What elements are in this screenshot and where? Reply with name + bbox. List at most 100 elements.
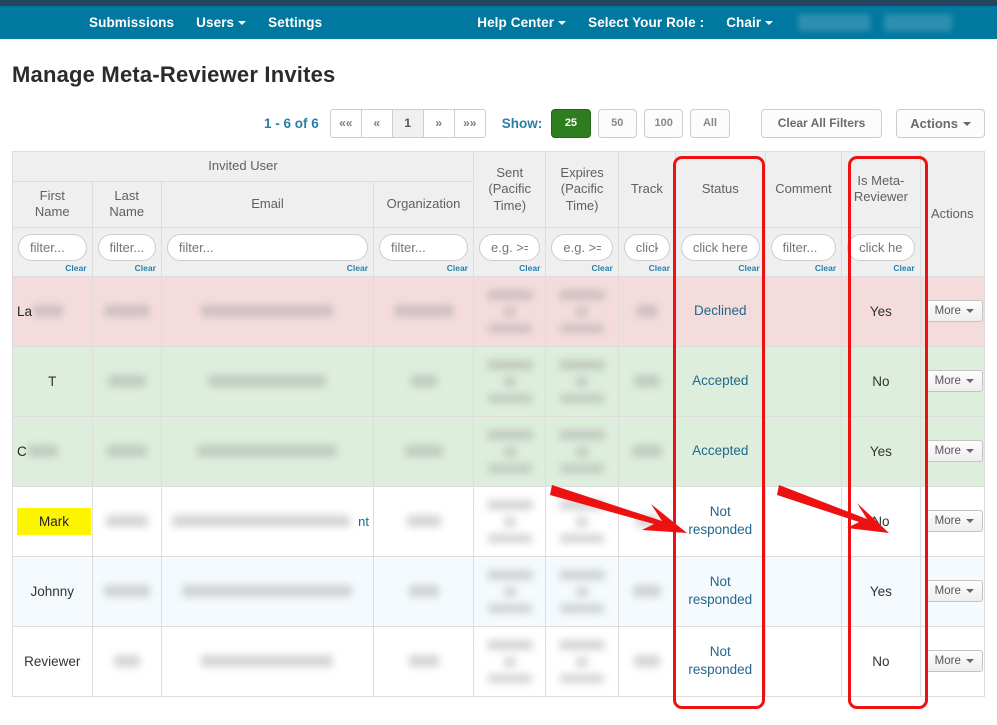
- col-header-actions: Actions: [919, 151, 986, 277]
- pager-page-1-button[interactable]: 1: [391, 108, 424, 138]
- nav-left-group: Submissions Users Settings: [78, 9, 333, 36]
- filter-clear-sent[interactable]: Clear: [479, 263, 540, 273]
- nav-item-help-center[interactable]: Help Center: [466, 9, 577, 36]
- first-name-text: Johnny: [30, 583, 75, 599]
- cell-is-meta-reviewer: Yes: [841, 555, 921, 627]
- filter-row: Clear Clear Clear Clear Clear: [12, 226, 985, 277]
- page-size-50-button[interactable]: 50: [597, 108, 637, 138]
- filter-input-first-name[interactable]: [18, 233, 87, 261]
- nav-redacted-item-2[interactable]: [884, 14, 953, 31]
- page-size-all-button[interactable]: All: [690, 108, 730, 138]
- filter-clear-track[interactable]: Clear: [624, 263, 670, 273]
- expires-date-redaction: [550, 359, 613, 403]
- invites-table-container: Invited User Sent (Pacific Time) Expires…: [12, 151, 986, 709]
- filter-input-email[interactable]: [166, 233, 369, 261]
- cell-sent-date: [472, 485, 547, 557]
- cell-sent-date: [472, 625, 547, 697]
- row-more-button[interactable]: More: [924, 370, 983, 393]
- nav-label-select-your-role-text: Select Your Role :: [588, 15, 705, 30]
- filter-input-sent[interactable]: [478, 233, 541, 261]
- last-name-redaction: [105, 515, 148, 528]
- email-visible-tail: nt: [358, 513, 370, 529]
- first-name-text: T: [48, 373, 57, 389]
- col-header-expires-l2: (Pacific: [560, 181, 604, 197]
- cell-sent-date: [472, 415, 547, 487]
- track-redaction: [632, 585, 661, 598]
- col-header-expires-l1: Expires: [560, 164, 604, 180]
- cell-comment: [764, 345, 843, 417]
- filter-input-track[interactable]: [623, 233, 670, 261]
- nav-item-chair-label: Chair: [726, 15, 762, 30]
- filter-clear-organization[interactable]: Clear: [379, 263, 468, 273]
- filter-input-is-meta-reviewer[interactable]: [847, 233, 915, 261]
- status-value: Declined: [694, 303, 747, 319]
- table-row: Mark nt Not responded No More: [12, 485, 986, 557]
- col-header-last-name: Last Name: [91, 180, 162, 228]
- filter-clear-status[interactable]: Clear: [681, 263, 759, 273]
- filter-cell-expires: Clear: [545, 226, 619, 277]
- cell-first-name: La: [12, 275, 93, 347]
- nav-item-submissions[interactable]: Submissions: [78, 9, 185, 36]
- table-row: Johnny Not responded Yes More: [12, 555, 986, 627]
- page-size-25-button[interactable]: 25: [551, 108, 591, 138]
- filter-input-last-name[interactable]: [97, 233, 156, 261]
- first-name-text: C: [17, 443, 27, 459]
- organization-redaction: [408, 655, 439, 668]
- expires-date-redaction: [550, 429, 613, 473]
- cell-expires-date: [545, 345, 619, 417]
- filter-clear-comment[interactable]: Clear: [771, 263, 836, 273]
- cell-organization: [373, 625, 474, 697]
- filter-input-expires[interactable]: [551, 233, 613, 261]
- page-size-100-button[interactable]: 100: [643, 108, 684, 138]
- show-label: Show:: [501, 115, 543, 131]
- filter-cell-last-name: Clear: [91, 226, 162, 277]
- nav-item-users[interactable]: Users: [185, 9, 257, 36]
- cell-last-name: [91, 555, 162, 627]
- filter-input-comment[interactable]: [770, 233, 837, 261]
- sent-date-redaction: [478, 499, 541, 543]
- row-more-button[interactable]: More: [924, 440, 983, 463]
- email-redaction: [201, 305, 334, 318]
- nav-item-settings[interactable]: Settings: [257, 9, 333, 36]
- filter-cell-email: Clear: [160, 226, 375, 277]
- chevron-down-icon: [765, 21, 774, 26]
- pager-next-button[interactable]: »: [422, 108, 455, 138]
- pager-prev-button[interactable]: «: [360, 108, 393, 138]
- filter-input-status[interactable]: [680, 233, 760, 261]
- row-more-button[interactable]: More: [924, 650, 983, 673]
- last-name-redaction: [106, 445, 147, 458]
- main-navbar: Submissions Users Settings Help Center S…: [0, 6, 997, 39]
- col-header-expires-l3: Time): [565, 197, 599, 213]
- cell-email: [160, 345, 375, 417]
- sent-date-redaction: [478, 289, 541, 333]
- filter-clear-expires[interactable]: Clear: [551, 263, 613, 273]
- clear-all-filters-button[interactable]: Clear All Filters: [760, 108, 883, 138]
- page-title: Manage Meta-Reviewer Invites: [12, 62, 336, 87]
- cell-expires-date: [545, 555, 619, 627]
- sent-date-redaction: [478, 639, 541, 683]
- cell-last-name: [91, 415, 162, 487]
- row-more-button[interactable]: More: [924, 510, 983, 533]
- pager-last-button[interactable]: »»: [453, 108, 486, 138]
- nav-item-chair[interactable]: Chair: [715, 9, 784, 36]
- row-more-button[interactable]: More: [924, 580, 983, 603]
- cell-status: Not responded: [674, 555, 766, 627]
- cell-track: [617, 275, 676, 347]
- actions-dropdown-button[interactable]: Actions: [896, 108, 985, 138]
- pager-first-button[interactable]: ««: [329, 108, 362, 138]
- filter-clear-email[interactable]: Clear: [167, 263, 368, 273]
- filter-clear-last-name[interactable]: Clear: [98, 263, 156, 273]
- first-name-text: Reviewer: [24, 653, 81, 669]
- pagination-control: «« « 1 » »»: [329, 108, 486, 138]
- nav-item-users-label: Users: [196, 15, 235, 30]
- col-header-is-meta-reviewer-l1: Is Meta-: [857, 172, 905, 188]
- actions-dropdown-label: Actions: [910, 115, 958, 131]
- cell-organization: [373, 485, 474, 557]
- filter-clear-first-name[interactable]: Clear: [18, 263, 86, 273]
- nav-redacted-item-1[interactable]: [798, 14, 871, 31]
- row-more-button[interactable]: More: [924, 300, 983, 323]
- filter-clear-is-meta-reviewer[interactable]: Clear: [847, 263, 914, 273]
- chevron-down-icon: [965, 589, 974, 594]
- filter-input-organization[interactable]: [379, 233, 468, 261]
- organization-redaction: [404, 445, 443, 458]
